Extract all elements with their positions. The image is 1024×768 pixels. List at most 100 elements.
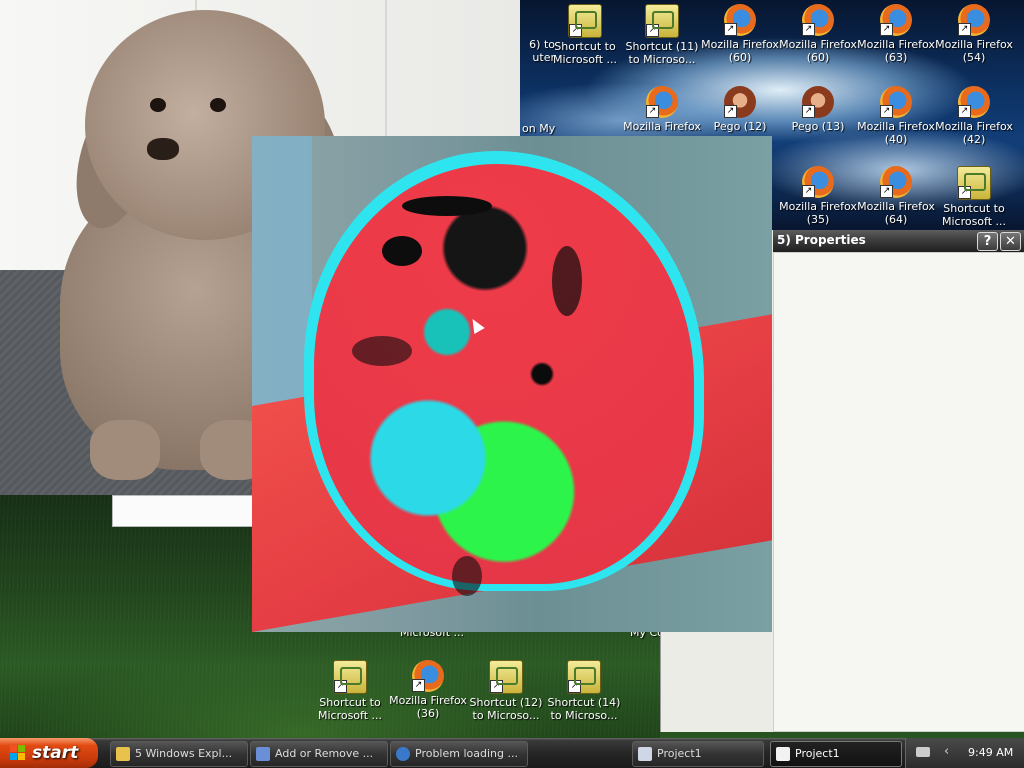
firefox-icon: ↗ (802, 166, 834, 198)
shortcut-arrow-icon: ↗ (802, 23, 815, 36)
shortcut-arrow-icon: ↗ (802, 185, 815, 198)
image-dark-patch (452, 556, 482, 596)
desktop-icon-firefox-42[interactable]: ↗ Mozilla Firefox (42) (934, 86, 1014, 146)
icon-label: Mozilla Firefox (935, 38, 1013, 51)
icon-label: (42) (962, 133, 986, 146)
shortcut-arrow-icon: ↗ (958, 186, 971, 199)
desktop-icon-firefox-54[interactable]: ↗ Mozilla Firefox (54) (934, 4, 1014, 64)
shortcut-arrow-icon: ↗ (958, 23, 971, 36)
start-button[interactable]: start (0, 738, 98, 768)
properties-titlebar[interactable]: 5) Properties ? ✕ (773, 230, 1024, 252)
desktop-icon-firefox-35[interactable]: ↗ Mozilla Firefox (35) (778, 166, 858, 226)
image-dark-patch (402, 196, 492, 216)
desktop-icon-firefox-row2[interactable]: ↗ Mozilla Firefox (622, 86, 702, 133)
dog-nose (147, 138, 179, 160)
desktop-icon-firefox-40[interactable]: ↗ Mozilla Firefox (40) (856, 86, 936, 146)
chevron-left-icon[interactable]: ‹ (944, 744, 949, 759)
shortcut-icon: ↗ (568, 4, 602, 38)
taskbar-item-label: Add or Remove ... (275, 747, 374, 760)
keyboard-icon[interactable] (916, 747, 930, 757)
shortcut-arrow-icon: ↗ (646, 24, 659, 37)
firefox-icon: ↗ (880, 166, 912, 198)
taskbar-item-add-remove[interactable]: Add or Remove ... (250, 741, 388, 767)
shortcut-arrow-icon: ↗ (412, 679, 425, 692)
firefox-icon: ↗ (958, 86, 990, 118)
start-label: start (32, 743, 79, 763)
shortcut-arrow-icon: ↗ (880, 185, 893, 198)
icon-label: (36) (416, 707, 440, 720)
shortcut-arrow-icon: ↗ (958, 105, 971, 118)
shortcut-arrow-icon: ↗ (490, 680, 503, 693)
desktop-icon-shortcut-11[interactable]: ↗ Shortcut (11) to Microso... (622, 4, 702, 66)
taskbar-item-windows-explorer[interactable]: 5 Windows Expl... (110, 741, 248, 767)
shortcut-arrow-icon: ↗ (724, 105, 737, 118)
browser-icon (396, 747, 410, 761)
shortcut-icon: ↗ (957, 166, 991, 200)
icon-label: Shortcut (11) (625, 40, 699, 53)
desktop-icon-pego-13[interactable]: ↗ Pego (13) (778, 86, 858, 133)
image-background-stripe (252, 136, 312, 436)
help-button[interactable]: ? (977, 232, 998, 251)
application-window-icon (638, 747, 652, 761)
desktop-icon-shortcut-14[interactable]: ↗ Shortcut (14) to Microso... (544, 660, 624, 722)
icon-label: (63) (884, 51, 908, 64)
firefox-icon: ↗ (412, 660, 444, 692)
shortcut-arrow-icon: ↗ (802, 105, 815, 118)
desktop-icon-firefox-60a[interactable]: ↗ Mozilla Firefox (60) (700, 4, 780, 64)
control-panel-icon (256, 747, 270, 761)
icon-label: Microsoft ... (552, 53, 618, 66)
icon-label: Mozilla Firefox (623, 120, 701, 133)
icon-label: (54) (962, 51, 986, 64)
desktop-icon-firefox-64[interactable]: ↗ Mozilla Firefox (64) (856, 166, 936, 226)
pego-icon: ↗ (802, 86, 834, 118)
icon-label: Mozilla Firefox (857, 200, 935, 213)
icon-label: (60) (806, 51, 830, 64)
windows-logo-icon (10, 745, 26, 761)
dog-paw (90, 420, 160, 480)
background-window-fragment[interactable] (112, 495, 254, 527)
icon-label: Microsoft ... (317, 709, 383, 722)
shortcut-icon: ↗ (645, 4, 679, 38)
color-inverted-dog-image[interactable] (252, 136, 772, 632)
firefox-icon: ↗ (802, 4, 834, 36)
desktop-icon-shortcut-microsoft-3[interactable]: ↗ Shortcut to Microsoft ... (310, 660, 390, 722)
desktop-icon-shortcut-microsoft[interactable]: ↗ Shortcut to Microsoft ... (545, 4, 625, 66)
taskbar-item-label: 5 Windows Expl... (135, 747, 233, 760)
taskbar-item-project1-active[interactable]: Project1 (770, 741, 902, 767)
icon-label: to Microso... (472, 709, 540, 722)
icon-label: Shortcut (12) (469, 696, 543, 709)
image-dark-patch (552, 246, 582, 316)
icon-label: Mozilla Firefox (701, 38, 779, 51)
desktop-icon-pego-12[interactable]: ↗ Pego (12) (700, 86, 780, 133)
image-dark-patch (382, 236, 422, 266)
taskbar-item-label: Problem loading ... (415, 747, 518, 760)
icon-label: Shortcut to (943, 202, 1005, 215)
shortcut-arrow-icon: ↗ (568, 680, 581, 693)
icon-label: Shortcut (14) (547, 696, 621, 709)
shortcut-arrow-icon: ↗ (724, 23, 737, 36)
close-button[interactable]: ✕ (1000, 232, 1021, 251)
icon-label: Microsoft ... (941, 215, 1007, 228)
desktop-icon-firefox-63[interactable]: ↗ Mozilla Firefox (63) (856, 4, 936, 64)
shortcut-arrow-icon: ↗ (334, 680, 347, 693)
icon-label: Mozilla Firefox (389, 694, 467, 707)
firefox-icon: ↗ (646, 86, 678, 118)
firefox-icon: ↗ (958, 4, 990, 36)
firefox-icon: ↗ (880, 4, 912, 36)
taskbar-item-label: Project1 (795, 747, 840, 760)
shortcut-arrow-icon: ↗ (880, 23, 893, 36)
desktop-icon-firefox-60b[interactable]: ↗ Mozilla Firefox (60) (778, 4, 858, 64)
shortcut-icon: ↗ (333, 660, 367, 694)
clock[interactable]: 9:49 AM (968, 746, 1013, 759)
desktop-icon-shortcut-12[interactable]: ↗ Shortcut (12) to Microso... (466, 660, 546, 722)
desktop: 6) to uter ↗ Shortcut to Microsoft ... ↗… (0, 0, 1024, 738)
desktop-icon-firefox-36[interactable]: ↗ Mozilla Firefox (36) (388, 660, 468, 720)
icon-label: to Microso... (628, 53, 696, 66)
dog-eye (150, 98, 166, 112)
shortcut-arrow-icon: ↗ (646, 105, 659, 118)
pego-icon: ↗ (724, 86, 756, 118)
taskbar-item-project1[interactable]: Project1 (632, 741, 764, 767)
shortcut-icon: ↗ (567, 660, 601, 694)
desktop-icon-shortcut-microsoft-2[interactable]: ↗ Shortcut to Microsoft ... (934, 166, 1014, 228)
taskbar-item-problem-loading[interactable]: Problem loading ... (390, 741, 528, 767)
